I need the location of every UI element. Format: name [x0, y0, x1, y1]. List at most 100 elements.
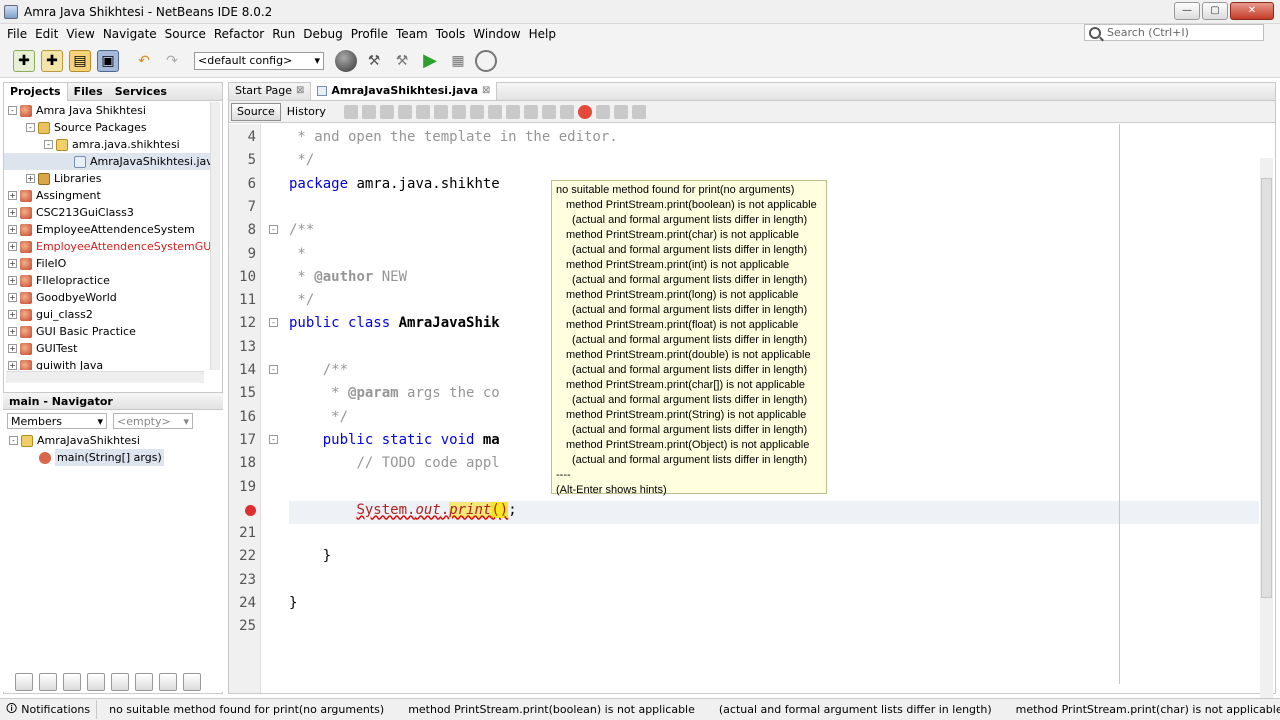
toggle-bookmark-icon[interactable]	[523, 104, 538, 119]
expand-icon[interactable]: +	[8, 327, 17, 336]
close-tab-icon[interactable]: ⊠	[482, 82, 490, 100]
filter-inherited-icon[interactable]	[87, 673, 105, 691]
menu-navigate[interactable]: Navigate	[99, 27, 161, 41]
navigator-method-node[interactable]: main(String[] args)	[9, 449, 223, 466]
sort-source-icon[interactable]	[183, 673, 201, 691]
toggle-highlight-icon[interactable]	[451, 104, 466, 119]
menu-refactor[interactable]: Refactor	[210, 27, 268, 41]
run-icon[interactable]: ▶	[419, 50, 441, 72]
build-icon[interactable]: ⚒	[363, 50, 385, 72]
collapse-icon[interactable]: -	[44, 140, 53, 149]
find-next-icon[interactable]	[433, 104, 448, 119]
minimize-button[interactable]: —	[1174, 2, 1200, 20]
tree-vertical-scrollbar[interactable]	[210, 102, 220, 370]
expand-icon[interactable]: +	[8, 242, 17, 251]
expand-icon[interactable]: +	[26, 174, 35, 183]
tree-node[interactable]: + Libraries	[4, 170, 214, 187]
code-line[interactable]: public class AmraJavaShik	[289, 312, 500, 335]
code-line[interactable]: }	[289, 592, 297, 615]
shift-left-icon[interactable]	[541, 104, 556, 119]
tree-node[interactable]: + EmployeeAttendenceSystem	[4, 221, 214, 238]
find-icon[interactable]	[397, 104, 412, 119]
tree-node[interactable]: + gui_class2	[4, 306, 214, 323]
editor-tab[interactable]: Start Page ⊠	[229, 82, 312, 100]
code-line[interactable]: // TODO code appl	[289, 452, 499, 475]
comment-icon[interactable]	[613, 104, 628, 119]
tree-node[interactable]: + EmployeeAttendenceSystemGUI	[4, 238, 214, 255]
tree-node[interactable]: + FileIO	[4, 255, 214, 272]
filter-static-icon[interactable]	[39, 673, 57, 691]
code-line[interactable]: */	[289, 149, 314, 172]
profile-icon[interactable]	[475, 49, 497, 72]
empty-select[interactable]: <empty> ▾	[113, 413, 193, 429]
notifications-button[interactable]: 🛈 Notifications	[0, 700, 98, 719]
source-tab-button[interactable]: Source	[231, 102, 281, 121]
expand-icon[interactable]: +	[8, 293, 17, 302]
start-macro-icon[interactable]	[577, 104, 592, 119]
navigator-class-node[interactable]: - AmraJavaShikhtesi	[9, 432, 223, 449]
redo-icon[interactable]: ↷	[161, 50, 183, 72]
menu-run[interactable]: Run	[268, 27, 299, 41]
tree-node[interactable]: + GUI Basic Practice	[4, 323, 214, 340]
menu-help[interactable]: Help	[525, 27, 560, 41]
tab-services[interactable]: Services	[109, 83, 173, 101]
shift-right-icon[interactable]	[559, 104, 574, 119]
uncomment-icon[interactable]	[631, 104, 646, 119]
history-tab-button[interactable]: History	[281, 103, 332, 121]
tree-node[interactable]: + CSC213GuiClass3	[4, 204, 214, 221]
filter-members-icon[interactable]	[111, 673, 129, 691]
code-line[interactable]: /**	[289, 219, 314, 242]
previous-bookmark-icon[interactable]	[487, 104, 502, 119]
new-project-icon[interactable]: ✚	[41, 49, 63, 72]
menu-view[interactable]: View	[62, 27, 98, 41]
scrollbar-thumb[interactable]	[1261, 178, 1272, 598]
menu-file[interactable]: File	[3, 27, 31, 41]
menu-tools[interactable]: Tools	[432, 27, 470, 41]
collapse-icon[interactable]: -	[8, 106, 17, 115]
tree-node[interactable]: + Assingment	[4, 187, 214, 204]
next-bookmark-icon[interactable]	[505, 104, 520, 119]
fold-icon[interactable]: -	[269, 225, 278, 235]
collapse-icon[interactable]: -	[26, 123, 35, 132]
config-select[interactable]: <default config> ▾	[194, 51, 324, 70]
tree-node[interactable]: + FIleIopractice	[4, 272, 214, 289]
error-icon[interactable]	[245, 504, 256, 516]
members-select[interactable]: Members ▾	[7, 413, 107, 429]
fold-icon[interactable]: -	[269, 365, 278, 374]
tree-node[interactable]: - amra.java.shikhtesi	[4, 136, 214, 153]
back-icon[interactable]	[361, 104, 376, 119]
save-all-icon[interactable]: ▣	[97, 49, 119, 72]
filter-nonpublic-icon[interactable]	[63, 673, 81, 691]
editor-vertical-scrollbar[interactable]	[1260, 158, 1273, 698]
expand-icon[interactable]: +	[8, 191, 17, 200]
find-previous-icon[interactable]	[415, 104, 430, 119]
editor-tab[interactable]: AmraJavaShikhtesi.java ⊠	[311, 82, 498, 100]
tree-node[interactable]: + GUITest	[4, 340, 214, 357]
maximize-button[interactable]: ▢	[1202, 2, 1228, 20]
tab-projects[interactable]: Projects	[4, 82, 68, 101]
globe-icon[interactable]	[335, 49, 357, 72]
sort-name-icon[interactable]	[159, 673, 177, 691]
menu-window[interactable]: Window	[469, 27, 524, 41]
debug-icon[interactable]: ▦	[447, 50, 469, 72]
menu-team[interactable]: Team	[392, 27, 432, 41]
fold-gutter[interactable]: - - - -	[261, 124, 289, 693]
collapse-icon[interactable]: -	[9, 436, 18, 445]
forward-icon[interactable]	[379, 104, 394, 119]
expand-icon[interactable]: +	[8, 361, 17, 370]
expand-icon[interactable]: +	[8, 276, 17, 285]
search-box[interactable]: Search (Ctrl+I)	[1084, 24, 1264, 41]
menu-source[interactable]: Source	[161, 27, 210, 41]
code-line[interactable]: /**	[289, 359, 348, 382]
expand-icon[interactable]: +	[8, 225, 17, 234]
code-line[interactable]: public static void ma	[289, 429, 500, 452]
expand-icon[interactable]: +	[8, 208, 17, 217]
last-edit-icon[interactable]	[343, 104, 358, 119]
expand-icon[interactable]: +	[8, 259, 17, 268]
sort-icon[interactable]	[135, 673, 153, 691]
fold-icon[interactable]: -	[269, 318, 278, 328]
tree-horizontal-scrollbar[interactable]	[6, 371, 204, 383]
code-line[interactable]: */	[289, 289, 314, 312]
tree-node[interactable]: + guiwith Java	[4, 357, 214, 370]
new-file-icon[interactable]: ✚	[13, 49, 35, 72]
